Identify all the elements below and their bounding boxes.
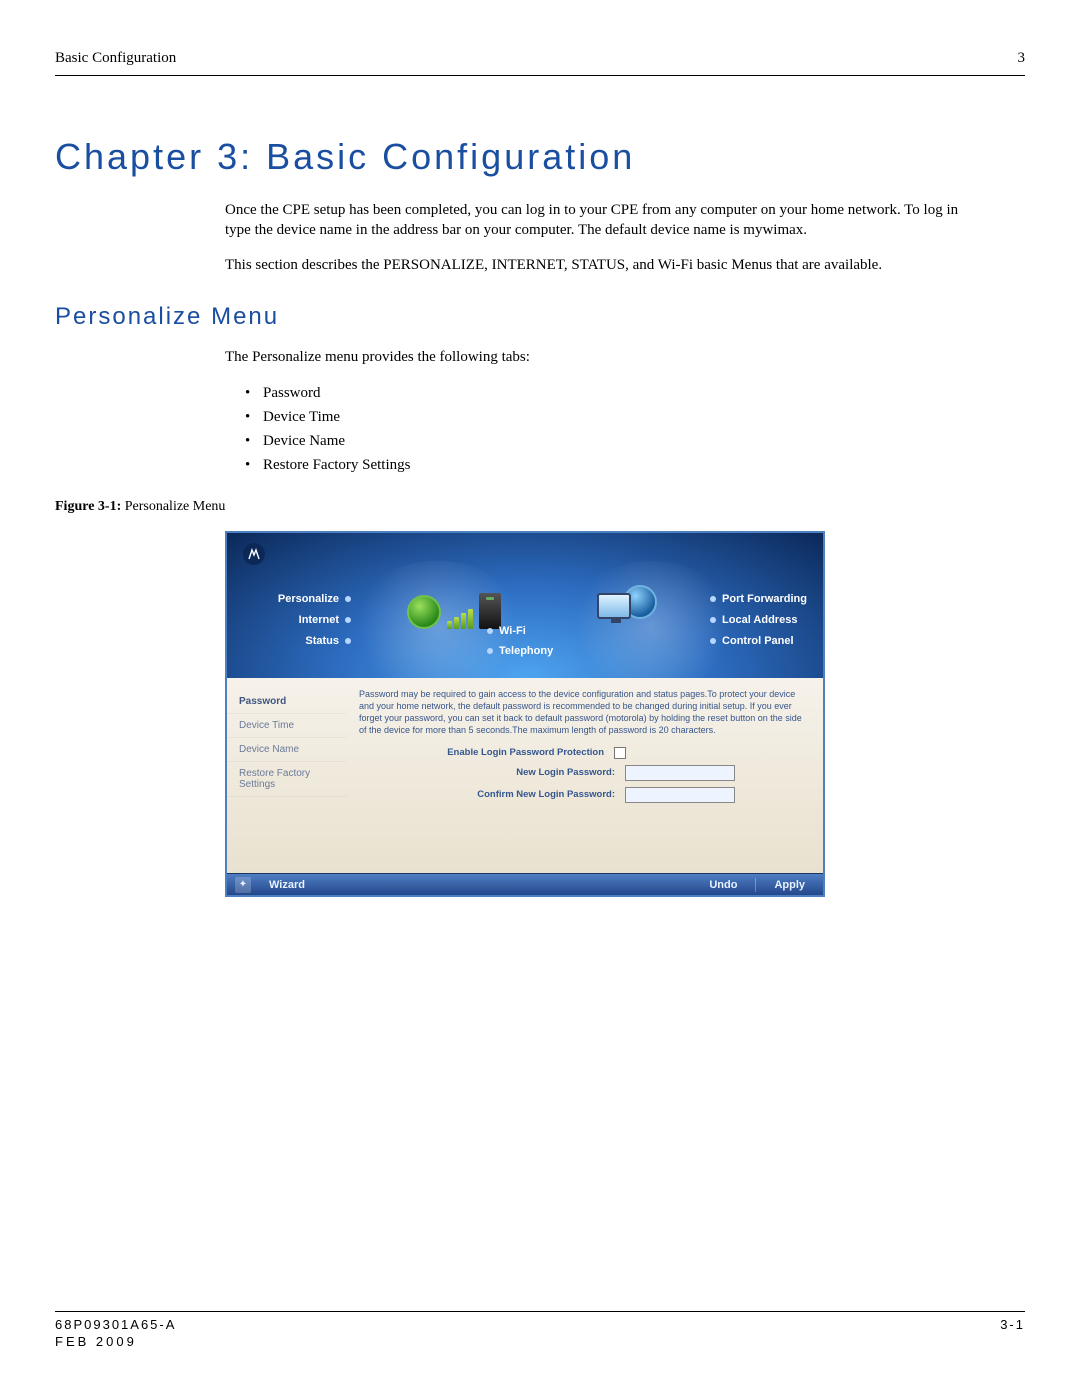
section-heading-personalize: Personalize Menu	[55, 303, 1025, 331]
nav-label: Control Panel	[722, 635, 794, 647]
ui-footer-bar: ✦ Wizard Undo Apply	[227, 873, 823, 895]
nav-left: Personalize Internet Status	[255, 593, 351, 656]
footer-rule	[55, 1311, 1025, 1312]
confirm-password-input[interactable]	[625, 787, 735, 803]
header-rule	[55, 75, 1025, 76]
page-footer: 68P09301A65-A FEB 2009 3-1	[55, 1317, 1025, 1349]
nav-link-local-address[interactable]: Local Address	[710, 614, 807, 626]
dot-icon	[345, 617, 351, 623]
monitor-icon	[597, 593, 631, 619]
nav-middle: Wi-Fi Telephony	[487, 625, 553, 665]
figure-title: Personalize Menu	[125, 499, 226, 514]
new-password-label: New Login Password:	[435, 767, 615, 778]
list-item: Restore Factory Settings	[245, 453, 965, 477]
page-number: 3-1	[1000, 1317, 1025, 1349]
nav-label: Wi-Fi	[499, 625, 526, 637]
wizard-icon[interactable]: ✦	[235, 877, 251, 893]
ui-content-pane: Password may be required to gain access …	[347, 678, 823, 873]
nav-label: Status	[305, 635, 339, 647]
separator	[755, 878, 756, 892]
nav-label: Telephony	[499, 645, 553, 657]
dot-icon	[487, 628, 493, 634]
sidebar-item-device-name[interactable]: Device Name	[227, 738, 347, 762]
confirm-password-label: Confirm New Login Password:	[435, 789, 615, 800]
sidebar-item-restore-factory[interactable]: Restore Factory Settings	[227, 762, 347, 797]
nav-right: Port Forwarding Local Address Control Pa…	[710, 593, 807, 656]
list-item: Device Name	[245, 429, 965, 453]
globe-icon	[407, 595, 441, 629]
apply-button[interactable]: Apply	[764, 879, 815, 891]
nav-label: Local Address	[722, 614, 797, 626]
personalize-tabs-list: Password Device Time Device Name Restore…	[225, 381, 965, 477]
wizard-button[interactable]: Wizard	[259, 879, 315, 891]
nav-link-personalize[interactable]: Personalize	[255, 593, 351, 605]
nav-link-status[interactable]: Status	[255, 635, 351, 647]
dot-icon	[710, 596, 716, 602]
nav-label: Internet	[299, 614, 339, 626]
dot-icon	[345, 638, 351, 644]
dot-icon	[710, 617, 716, 623]
enable-password-checkbox[interactable]	[614, 747, 626, 759]
list-item: Device Time	[245, 405, 965, 429]
sidebar-item-password[interactable]: Password	[227, 690, 347, 714]
nav-link-port-forwarding[interactable]: Port Forwarding	[710, 593, 807, 605]
network-illustration-icon	[597, 585, 657, 619]
nav-link-internet[interactable]: Internet	[255, 614, 351, 626]
sidebar-item-device-time[interactable]: Device Time	[227, 714, 347, 738]
signal-bars-icon	[447, 609, 473, 629]
chapter-title: Chapter 3: Basic Configuration	[55, 136, 1025, 178]
nav-link-control-panel[interactable]: Control Panel	[710, 635, 807, 647]
embedded-ui-screenshot: Personalize Internet Status Wi-Fi Teleph…	[225, 531, 825, 897]
doc-date: FEB 2009	[55, 1334, 176, 1349]
ui-body: Password Device Time Device Name Restore…	[227, 678, 823, 873]
intro-paragraph-1: Once the CPE setup has been completed, y…	[225, 200, 965, 241]
running-header-title: Basic Configuration	[55, 50, 176, 67]
list-item: Password	[245, 381, 965, 405]
enable-password-label: Enable Login Password Protection	[424, 747, 604, 758]
nav-link-wifi[interactable]: Wi-Fi	[487, 625, 553, 637]
doc-number: 68P09301A65-A	[55, 1317, 176, 1332]
help-text: Password may be required to gain access …	[359, 688, 811, 737]
pc-tower-icon	[479, 593, 501, 629]
motorola-logo-icon	[243, 543, 265, 565]
dot-icon	[710, 638, 716, 644]
figure-caption: Figure 3-1: Personalize Menu	[55, 499, 1025, 515]
section-intro: The Personalize menu provides the follow…	[225, 347, 965, 367]
undo-button[interactable]: Undo	[699, 879, 747, 891]
nav-link-telephony[interactable]: Telephony	[487, 645, 553, 657]
ui-banner: Personalize Internet Status Wi-Fi Teleph…	[227, 533, 823, 678]
nav-label: Port Forwarding	[722, 593, 807, 605]
new-password-input[interactable]	[625, 765, 735, 781]
internet-illustration-icon	[407, 593, 501, 629]
dot-icon	[345, 596, 351, 602]
intro-paragraph-2: This section describes the PERSONALIZE, …	[225, 255, 965, 275]
nav-label: Personalize	[278, 593, 339, 605]
dot-icon	[487, 648, 493, 654]
ui-sidebar: Password Device Time Device Name Restore…	[227, 678, 347, 873]
running-header-pagenum: 3	[1018, 50, 1026, 67]
figure-label: Figure 3-1:	[55, 499, 121, 514]
